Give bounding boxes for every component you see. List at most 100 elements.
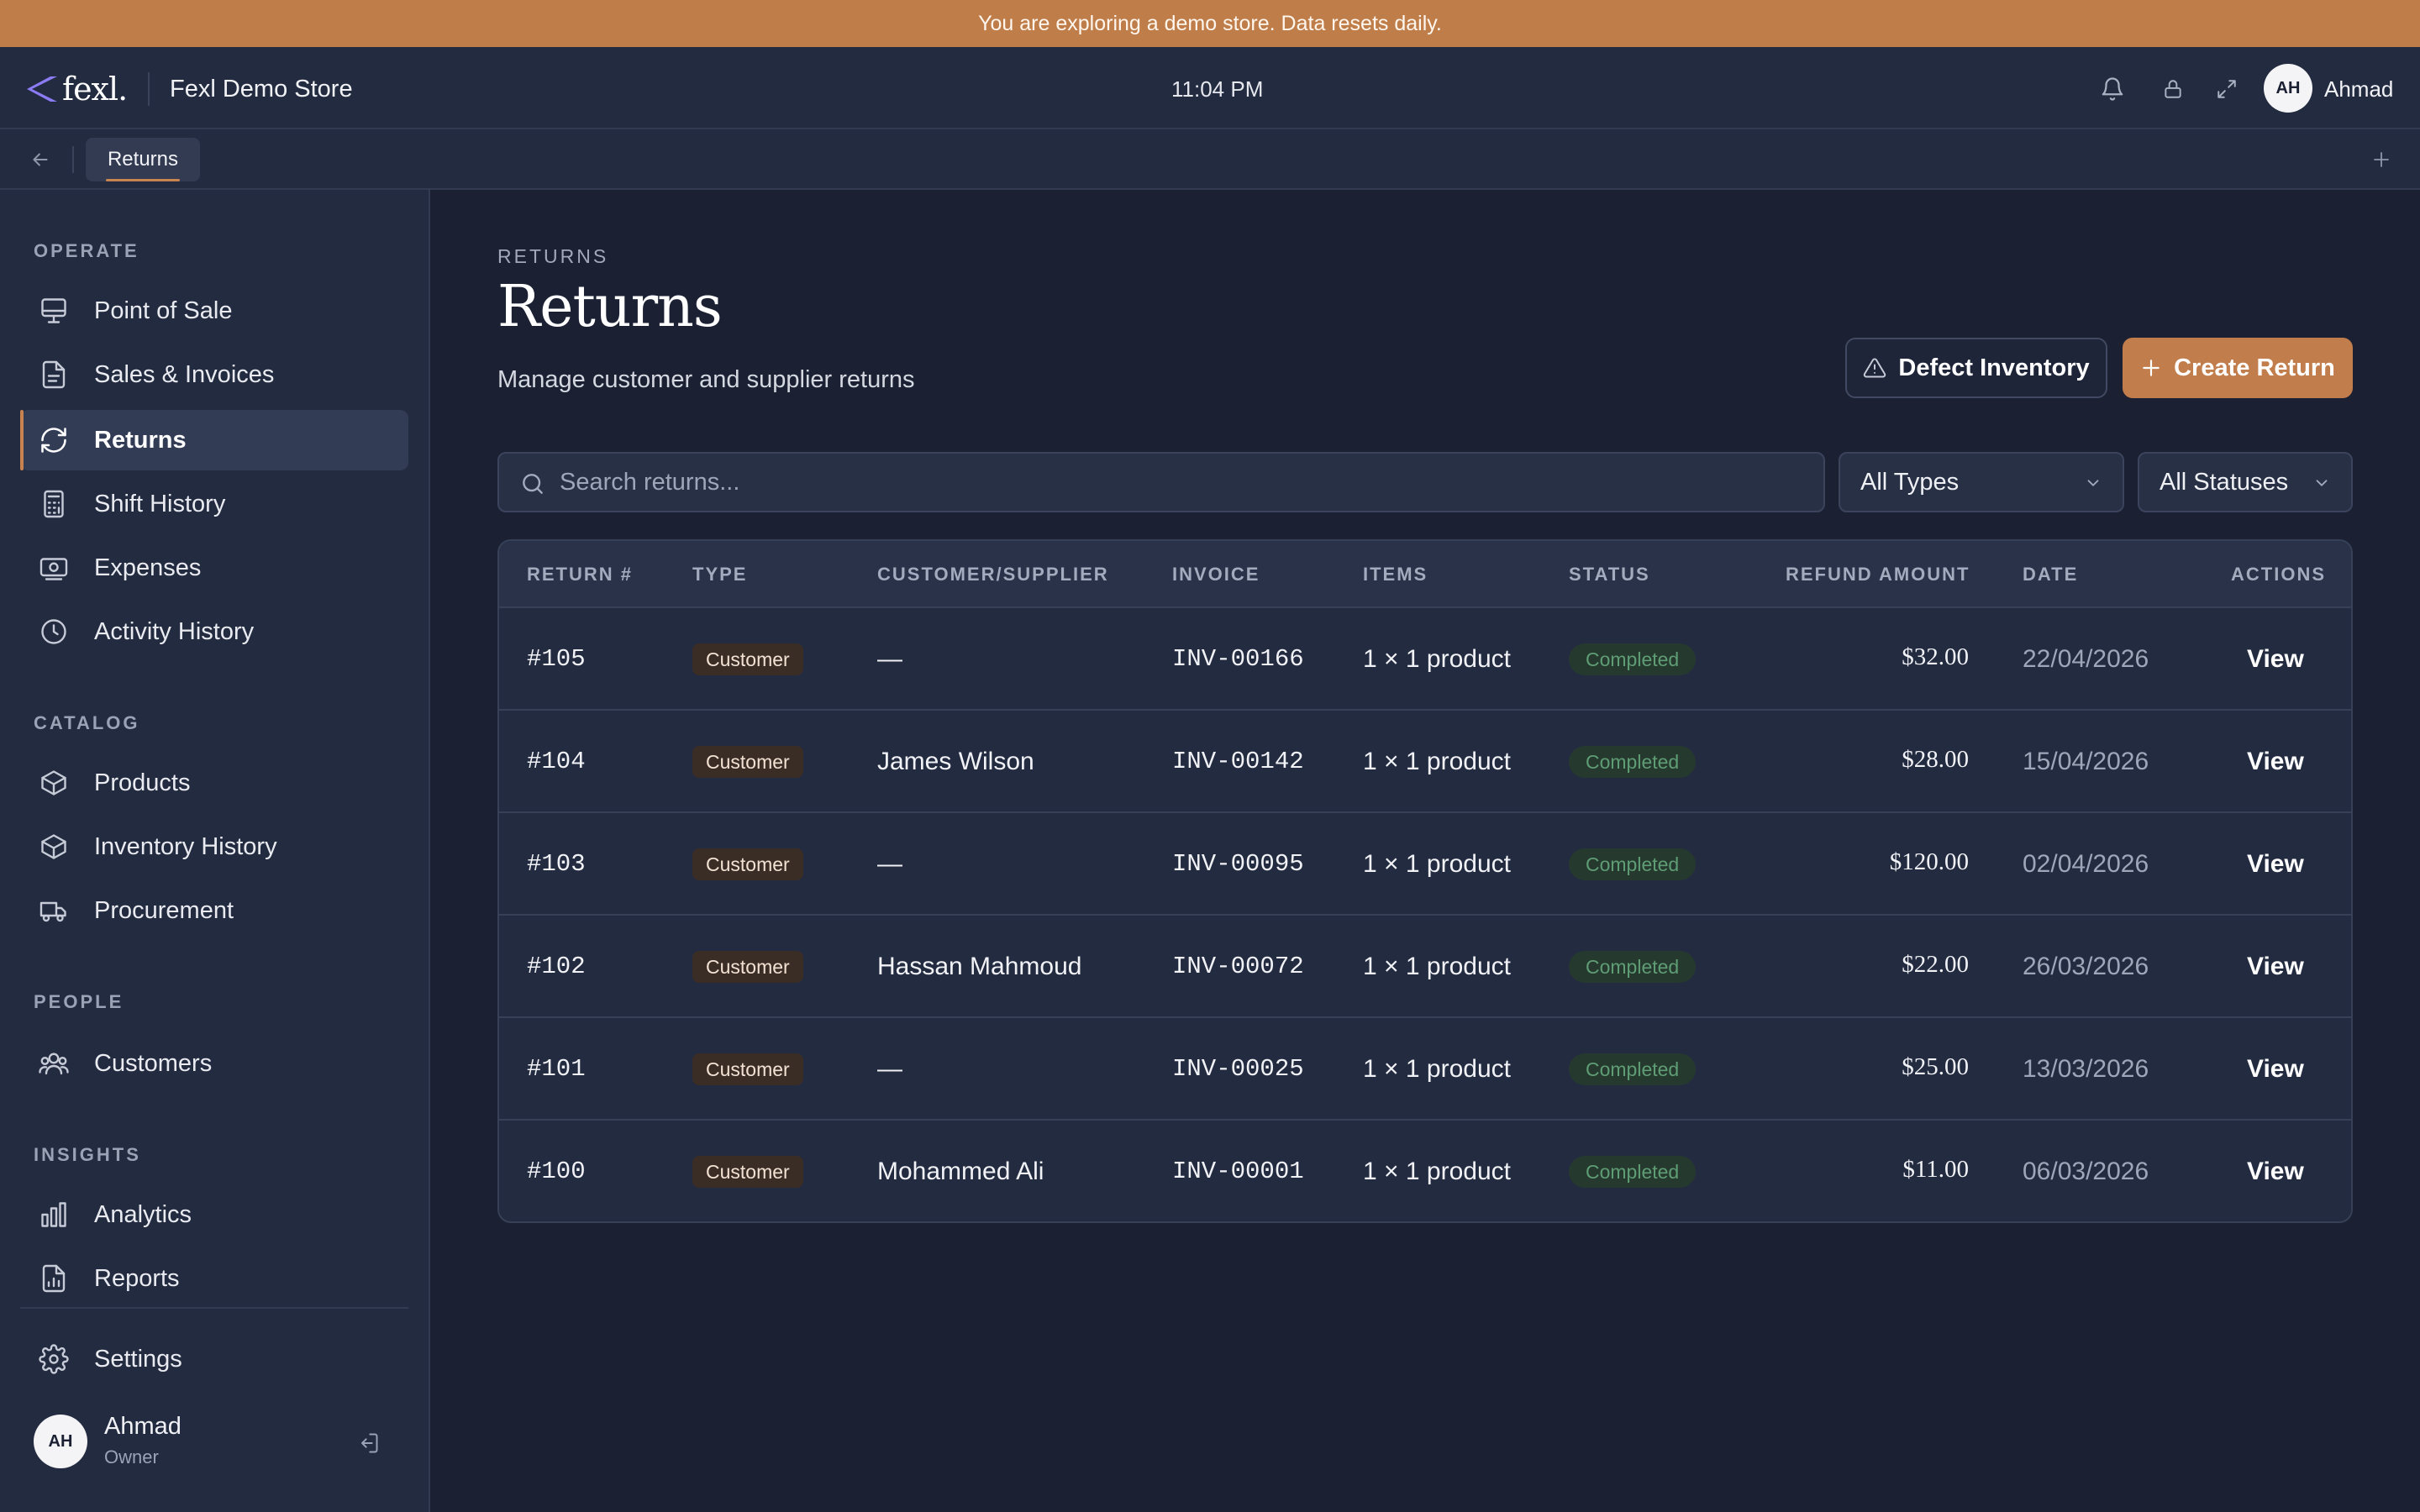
return-id: #101	[527, 1055, 586, 1083]
view-button[interactable]: View	[2247, 813, 2304, 916]
sidebar-item-label: Returns	[94, 427, 187, 454]
column-header-invoice[interactable]: INVOICE	[1172, 541, 1260, 608]
column-header-status[interactable]: STATUS	[1569, 541, 1650, 608]
view-button[interactable]: View	[2247, 608, 2304, 711]
tab-label: Returns	[107, 148, 179, 171]
back-arrow-icon[interactable]	[24, 143, 57, 176]
sidebar-item-activity-history[interactable]: Activity History	[20, 601, 408, 662]
column-header-items[interactable]: ITEMS	[1363, 541, 1428, 608]
view-button[interactable]: View	[2247, 711, 2304, 813]
users-icon	[39, 1053, 69, 1075]
sidebar-user-name: Ahmad	[104, 1413, 182, 1440]
table-row[interactable]: #102 Customer Hassan Mahmoud INV-00072 1 × 1…	[499, 916, 2351, 1018]
items-count: 1 × 1 product	[1363, 1158, 1511, 1185]
search-input[interactable]	[560, 454, 1803, 511]
sidebar-item-customers[interactable]: Customers	[20, 1033, 408, 1094]
page-subtitle: Manage customer and supplier returns	[497, 366, 915, 393]
type-filter-select[interactable]: All Types	[1839, 452, 2124, 512]
column-header-type[interactable]: TYPE	[692, 541, 747, 608]
sidebar-item-label: Shift History	[94, 491, 226, 517]
sidebar-item-sales-invoices[interactable]: Sales & Invoices	[20, 344, 408, 405]
view-button[interactable]: View	[2247, 916, 2304, 1018]
customer-name: Hassan Mahmoud	[877, 953, 1082, 980]
header-user-name[interactable]: Ahmad	[2324, 72, 2393, 106]
sidebar-item-expenses[interactable]: Expenses	[20, 538, 408, 598]
column-header-date[interactable]: DATE	[2023, 541, 2078, 608]
column-header-actions: ACTIONS	[2231, 564, 2326, 585]
refund-amount: $22.00	[1902, 951, 1969, 978]
type-filter-value: All Types	[1860, 469, 1960, 496]
refund-amount: $25.00	[1902, 1053, 1969, 1080]
sidebar-item-settings[interactable]: Settings	[20, 1329, 408, 1389]
sidebar-item-shift-history[interactable]: Shift History	[20, 474, 408, 534]
fullscreen-icon[interactable]	[2210, 72, 2244, 106]
sidebar-item-returns[interactable]: Returns	[20, 410, 408, 470]
type-badge: Customer	[692, 746, 803, 778]
section-label-people: PEOPLE	[34, 991, 124, 1012]
invoice-number[interactable]: INV-00166	[1172, 608, 1304, 711]
sidebar-avatar[interactable]: AH	[34, 1415, 87, 1468]
view-button[interactable]: View	[2247, 1121, 2304, 1221]
logo-wordmark: fexl.	[62, 71, 128, 108]
section-label-insights: INSIGHTS	[34, 1144, 141, 1165]
return-id: #100	[527, 1158, 586, 1185]
truck-icon	[39, 901, 66, 922]
tab-active-indicator	[106, 179, 180, 181]
sidebar-item-products[interactable]: Products	[20, 753, 408, 813]
return-date: 02/04/2026	[2023, 850, 2149, 878]
sidebar-item-label: Procurement	[94, 897, 234, 924]
items-count: 1 × 1 product	[1363, 850, 1511, 878]
column-header-refund-amount[interactable]: REFUND AMOUNT	[1786, 541, 1970, 608]
customer-name: —	[877, 1055, 902, 1083]
table-header: RETURN # TYPE CUSTOMER/SUPPLIER INVOICE …	[499, 541, 2351, 608]
calculator-icon	[44, 490, 64, 518]
table-row[interactable]: #103 Customer — INV-00095 1 × 1 product Compl…	[499, 813, 2351, 916]
gear-icon	[39, 1344, 69, 1374]
add-tab-icon[interactable]	[2365, 143, 2398, 176]
top-header: fexl. Fexl Demo Store 11:04 PM AH Ahmad	[0, 47, 2420, 129]
customer-name: Mohammed Ali	[877, 1158, 1044, 1185]
bar-chart-icon	[41, 1202, 66, 1227]
status-filter-select[interactable]: All Statuses	[2138, 452, 2353, 512]
defect-inventory-button[interactable]: Defect Inventory	[1845, 338, 2107, 398]
return-date: 15/04/2026	[2023, 748, 2149, 775]
chevron-down-icon	[2087, 480, 2099, 486]
sidebar-item-analytics[interactable]: Analytics	[20, 1184, 408, 1245]
table-row[interactable]: #101 Customer — INV-00025 1 × 1 product Compl…	[499, 1018, 2351, 1121]
tab-returns[interactable]: Returns	[86, 138, 200, 181]
header-avatar[interactable]: AH	[2264, 64, 2312, 113]
sidebar-item-label: Expenses	[94, 554, 202, 581]
table-row[interactable]: #104 Customer James Wilson INV-00142 1 × 1 p…	[499, 711, 2351, 813]
sidebar-item-label: Analytics	[94, 1201, 192, 1228]
create-return-label: Create Return	[2174, 354, 2335, 381]
create-return-button[interactable]: Create Return	[2123, 338, 2353, 398]
lock-icon[interactable]	[2156, 72, 2190, 106]
status-badge: Completed	[1569, 1053, 1697, 1085]
invoice-number[interactable]: INV-00025	[1172, 1018, 1304, 1121]
logo[interactable]: fexl.	[27, 71, 128, 108]
sidebar-item-inventory-history[interactable]: Inventory History	[20, 816, 408, 877]
refund-amount: $28.00	[1902, 746, 1969, 773]
chevron-down-icon	[2316, 480, 2328, 486]
monitor-icon	[41, 298, 66, 323]
invoice-number[interactable]: INV-00072	[1172, 916, 1304, 1018]
invoice-number[interactable]: INV-00095	[1172, 813, 1304, 916]
return-date: 13/03/2026	[2023, 1055, 2149, 1083]
sidebar-user-role: Owner	[104, 1446, 159, 1467]
bell-icon[interactable]	[2096, 72, 2129, 106]
column-header-customer[interactable]: CUSTOMER/SUPPLIER	[877, 541, 1109, 608]
invoice-number[interactable]: INV-00001	[1172, 1121, 1304, 1221]
document-icon	[42, 360, 66, 389]
logout-icon[interactable]	[351, 1426, 385, 1460]
type-badge: Customer	[692, 1156, 803, 1188]
table-row[interactable]: #105 Customer — INV-00166 1 × 1 product Compl…	[499, 608, 2351, 711]
sidebar-item-procurement[interactable]: Procurement	[20, 880, 408, 941]
column-header-return[interactable]: RETURN #	[527, 541, 633, 608]
view-button[interactable]: View	[2247, 1018, 2304, 1121]
return-id: #105	[527, 645, 586, 673]
sidebar-item-point-of-sale[interactable]: Point of Sale	[20, 281, 408, 341]
sidebar-item-reports[interactable]: Reports	[20, 1248, 408, 1309]
invoice-number[interactable]: INV-00142	[1172, 711, 1304, 813]
sidebar: OPERATE Point of Sale Sales & Invoices R…	[0, 190, 430, 1512]
table-row[interactable]: #100 Customer Mohammed Ali INV-00001 1 × 1 p…	[499, 1121, 2351, 1221]
